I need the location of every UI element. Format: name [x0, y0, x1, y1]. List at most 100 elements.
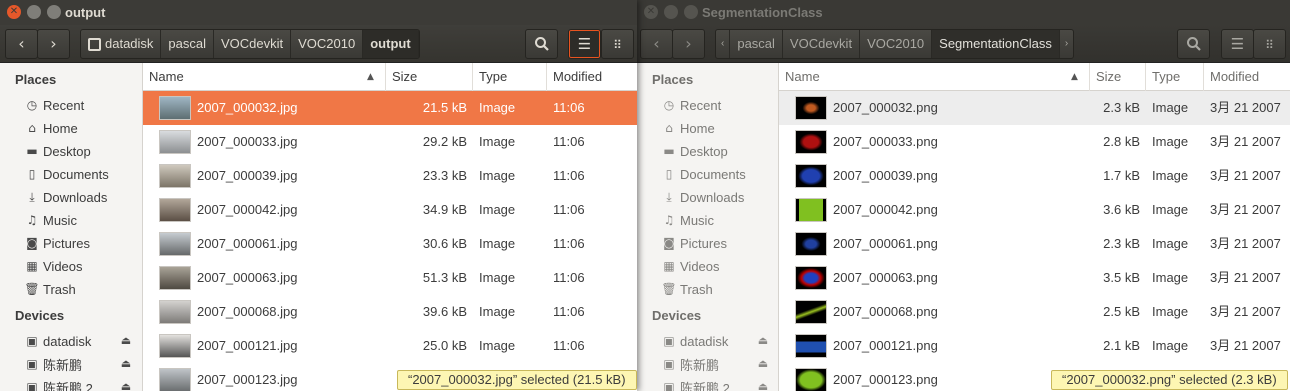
file-name: 2007_000039.png	[833, 168, 938, 183]
table-row[interactable]: 2007_000068.png 2.5 kB Image 3月 21 2007	[779, 295, 1290, 329]
sidebar-item-trash[interactable]: 🗑 Trash	[661, 279, 712, 299]
list-view-button[interactable]: ☰	[568, 29, 601, 59]
sidebar-item-recent[interactable]: ◷ Recent	[661, 95, 721, 115]
eject-icon[interactable]: ⏏	[119, 335, 133, 347]
chevron-right-icon: ›	[50, 34, 57, 53]
table-row[interactable]: 2007_000121.jpg 25.0 kB Image 11:06	[143, 329, 637, 363]
sidebar-item-videos[interactable]: ▦ Videos	[661, 256, 719, 276]
column-name[interactable]: Name	[779, 63, 1090, 91]
close-window-button[interactable]: ✕	[644, 5, 658, 19]
crumb-scroll-right[interactable]: ›	[1060, 30, 1073, 58]
eject-icon[interactable]: ⏏	[756, 335, 770, 347]
list-view-button[interactable]: ☰	[1221, 29, 1254, 59]
minimize-window-button[interactable]	[664, 5, 678, 19]
sidebar-item-videos[interactable]: ▦ Videos	[24, 256, 82, 276]
document-icon: ▯	[665, 167, 673, 181]
column-modified[interactable]: Modified	[547, 63, 637, 91]
file-name: 2007_000068.jpg	[197, 304, 298, 319]
eject-icon[interactable]: ⏏	[119, 358, 133, 370]
crumb-voc2010[interactable]: VOC2010	[291, 30, 364, 58]
sidebar-item-documents[interactable]: ▯ Documents	[661, 164, 746, 184]
sidebar-item-desktop[interactable]: ▬ Desktop	[24, 141, 90, 161]
sidebar-item-device-3[interactable]: ▣ 陈新鹏 2	[24, 377, 93, 391]
list-icon: ☰	[577, 35, 592, 53]
crumb-pascal[interactable]: pascal	[161, 30, 214, 58]
table-row[interactable]: 2007_000042.png 3.6 kB Image 3月 21 2007	[779, 193, 1290, 227]
close-window-button[interactable]: ✕	[7, 5, 21, 19]
eject-icon[interactable]: ⏏	[119, 381, 133, 391]
sidebar-item-desktop[interactable]: ▬ Desktop	[661, 141, 727, 161]
crumb-scroll-left[interactable]: ‹	[716, 30, 731, 58]
crumb-vocdevkit[interactable]: VOCdevkit	[214, 30, 292, 58]
sidebar-item-recent[interactable]: ◷ Recent	[24, 95, 84, 115]
minimize-window-button[interactable]	[27, 5, 41, 19]
table-row[interactable]: 2007_000121.png 2.1 kB Image 3月 21 2007	[779, 329, 1290, 363]
search-button[interactable]	[525, 29, 558, 59]
table-row[interactable]: 2007_000061.jpg 30.6 kB Image 11:06	[143, 227, 637, 261]
crumb-pascal[interactable]: pascal	[730, 30, 783, 58]
sidebar-item-home[interactable]: ⌂ Home	[24, 118, 78, 138]
file-modified: 3月 21 2007	[1210, 202, 1281, 217]
file-size: 34.9 kB	[422, 202, 467, 217]
sidebar-item-trash[interactable]: 🗑 Trash	[24, 279, 75, 299]
table-row[interactable]: 2007_000039.jpg 23.3 kB Image 11:06	[143, 159, 637, 193]
table-row[interactable]: 2007_000033.jpg 29.2 kB Image 11:06	[143, 125, 637, 159]
view-options-button[interactable]: ⠿	[1253, 29, 1286, 59]
breadcrumb: datadisk pascal VOCdevkit VOC2010 output	[80, 29, 420, 59]
crumb-datadisk[interactable]: datadisk	[81, 30, 162, 58]
toolbar: ‹ › ‹ pascal VOCdevkit VOC2010 Segmentat…	[637, 25, 1290, 63]
trash-icon: 🗑	[24, 282, 40, 296]
file-size: 2.8 kB	[1103, 134, 1140, 149]
sidebar-item-pictures[interactable]: ◙ Pictures	[661, 233, 727, 253]
column-type[interactable]: Type	[1146, 63, 1204, 91]
crumb-output[interactable]: output	[363, 30, 419, 58]
column-header: Name ▲ Size Type Modified	[143, 63, 637, 91]
column-modified[interactable]: Modified	[1204, 63, 1290, 91]
sidebar-item-downloads[interactable]: ⤓ Downloads	[661, 187, 744, 207]
column-type[interactable]: Type	[473, 63, 547, 91]
sidebar-item-music[interactable]: ♫ Music	[661, 210, 714, 230]
search-button[interactable]	[1177, 29, 1210, 59]
table-row[interactable]: 2007_000068.jpg 39.6 kB Image 11:06	[143, 295, 637, 329]
forward-button[interactable]: ›	[37, 29, 70, 59]
table-row[interactable]: 2007_000063.png 3.5 kB Image 3月 21 2007	[779, 261, 1290, 295]
column-name[interactable]: Name	[143, 63, 386, 91]
crumb-vocdevkit[interactable]: VOCdevkit	[783, 30, 861, 58]
sidebar-item-device-3[interactable]: ▣ 陈新鹏 2	[661, 377, 730, 391]
sidebar-item-pictures[interactable]: ◙ Pictures	[24, 233, 90, 253]
table-row[interactable]: 2007_000042.jpg 34.9 kB Image 11:06	[143, 193, 637, 227]
crumb-segmentationclass[interactable]: SegmentationClass	[932, 30, 1060, 58]
maximize-window-button[interactable]	[47, 5, 61, 19]
file-name: 2007_000039.jpg	[197, 168, 298, 183]
table-row[interactable]: 2007_000032.png 2.3 kB Image 3月 21 2007	[779, 91, 1290, 125]
sidebar-item-home[interactable]: ⌂ Home	[661, 118, 715, 138]
maximize-window-button[interactable]	[684, 5, 698, 19]
sidebar-item-datadisk[interactable]: ▣ datadisk	[661, 331, 728, 351]
table-row[interactable]: 2007_000063.jpg 51.3 kB Image 11:06	[143, 261, 637, 295]
file-name: 2007_000123.jpg	[197, 372, 298, 387]
title-bar[interactable]: ✕ SegmentationClass	[637, 0, 1290, 25]
eject-icon[interactable]: ⏏	[756, 381, 770, 391]
forward-button[interactable]: ›	[672, 29, 705, 59]
eject-icon[interactable]: ⏏	[756, 358, 770, 370]
file-modified: 11:06	[553, 134, 585, 149]
table-row[interactable]: 2007_000032.jpg 21.5 kB Image 11:06	[143, 91, 637, 125]
table-row[interactable]: 2007_000061.png 2.3 kB Image 3月 21 2007	[779, 227, 1290, 261]
sidebar-item-device-2[interactable]: ▣ 陈新鹏	[24, 354, 82, 374]
table-row[interactable]: 2007_000033.png 2.8 kB Image 3月 21 2007	[779, 125, 1290, 159]
sidebar: Places ◷ Recent ⌂ Home ▬ Desktop ▯ Documents…	[0, 63, 143, 391]
file-modified: 3月 21 2007	[1210, 134, 1281, 149]
back-button[interactable]: ‹	[5, 29, 38, 59]
column-size[interactable]: Size	[1090, 63, 1146, 91]
sidebar-item-datadisk[interactable]: ▣ datadisk	[24, 331, 91, 351]
sidebar-item-music[interactable]: ♫ Music	[24, 210, 77, 230]
sidebar-item-downloads[interactable]: ⤓ Downloads	[24, 187, 107, 207]
back-button[interactable]: ‹	[640, 29, 673, 59]
crumb-voc2010[interactable]: VOC2010	[860, 30, 933, 58]
column-size[interactable]: Size	[386, 63, 473, 91]
sidebar-item-device-2[interactable]: ▣ 陈新鹏	[661, 354, 719, 374]
sidebar-item-documents[interactable]: ▯ Documents	[24, 164, 109, 184]
title-bar[interactable]: ✕ output	[0, 0, 637, 25]
view-options-button[interactable]: ⠿	[601, 29, 634, 59]
table-row[interactable]: 2007_000039.png 1.7 kB Image 3月 21 2007	[779, 159, 1290, 193]
